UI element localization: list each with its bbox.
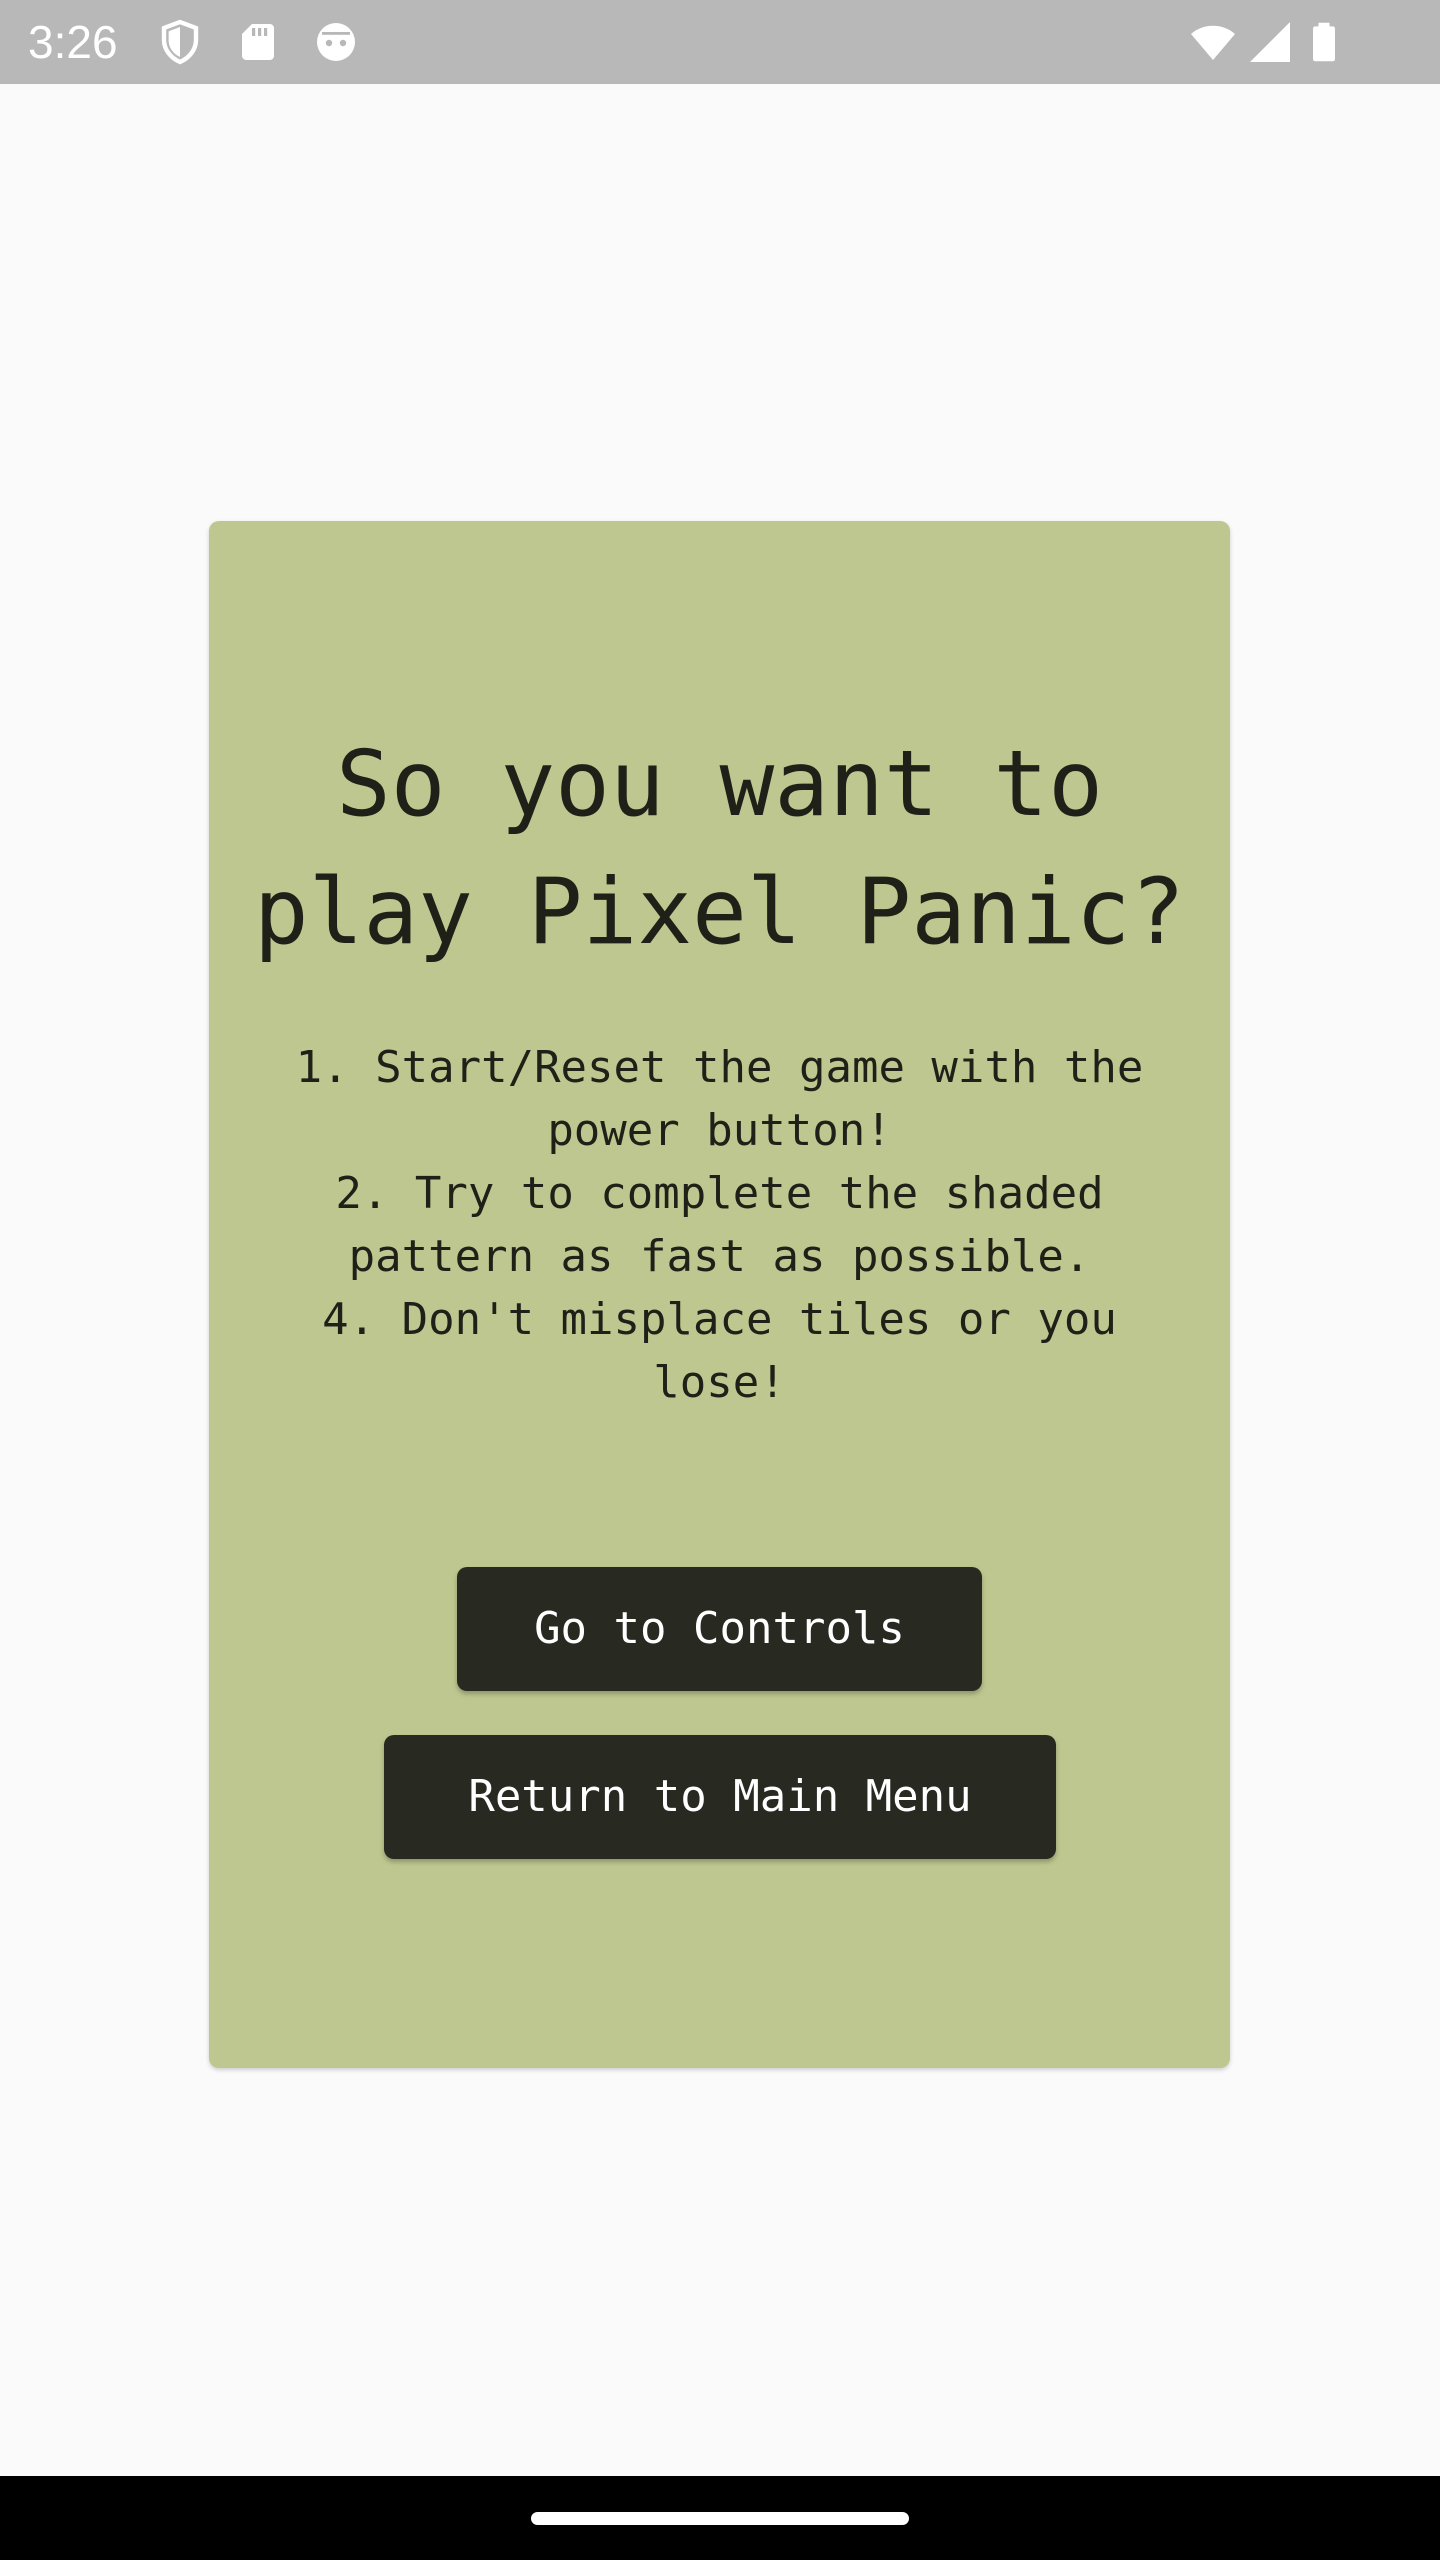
page-title: So you want to play Pixel Panic? bbox=[253, 732, 1186, 965]
shield-icon bbox=[156, 18, 204, 66]
home-gesture-handle[interactable] bbox=[531, 2512, 909, 2525]
battery-icon bbox=[1302, 18, 1346, 66]
android-face-icon bbox=[312, 18, 360, 66]
go-to-controls-button[interactable]: Go to Controls bbox=[457, 1567, 982, 1691]
status-time: 3:26 bbox=[28, 16, 118, 68]
status-bar: 3:26 bbox=[0, 0, 1440, 84]
wifi-icon bbox=[1186, 18, 1240, 66]
instruction-item: 2. Try to complete the shaded pattern as… bbox=[335, 1168, 1104, 1282]
instruction-item: 1. Start/Reset the game with the power b… bbox=[295, 1042, 1144, 1156]
instructions-card: So you want to play Pixel Panic? 1. Star… bbox=[209, 521, 1230, 2068]
return-to-main-menu-button[interactable]: Return to Main Menu bbox=[384, 1735, 1056, 1859]
instructions-list: 1. Start/Reset the game with the power b… bbox=[209, 1036, 1230, 1414]
signal-icon bbox=[1246, 18, 1294, 66]
instruction-item: 4. Don't misplace tiles or you lose! bbox=[322, 1294, 1117, 1408]
sd-card-icon bbox=[234, 18, 282, 66]
